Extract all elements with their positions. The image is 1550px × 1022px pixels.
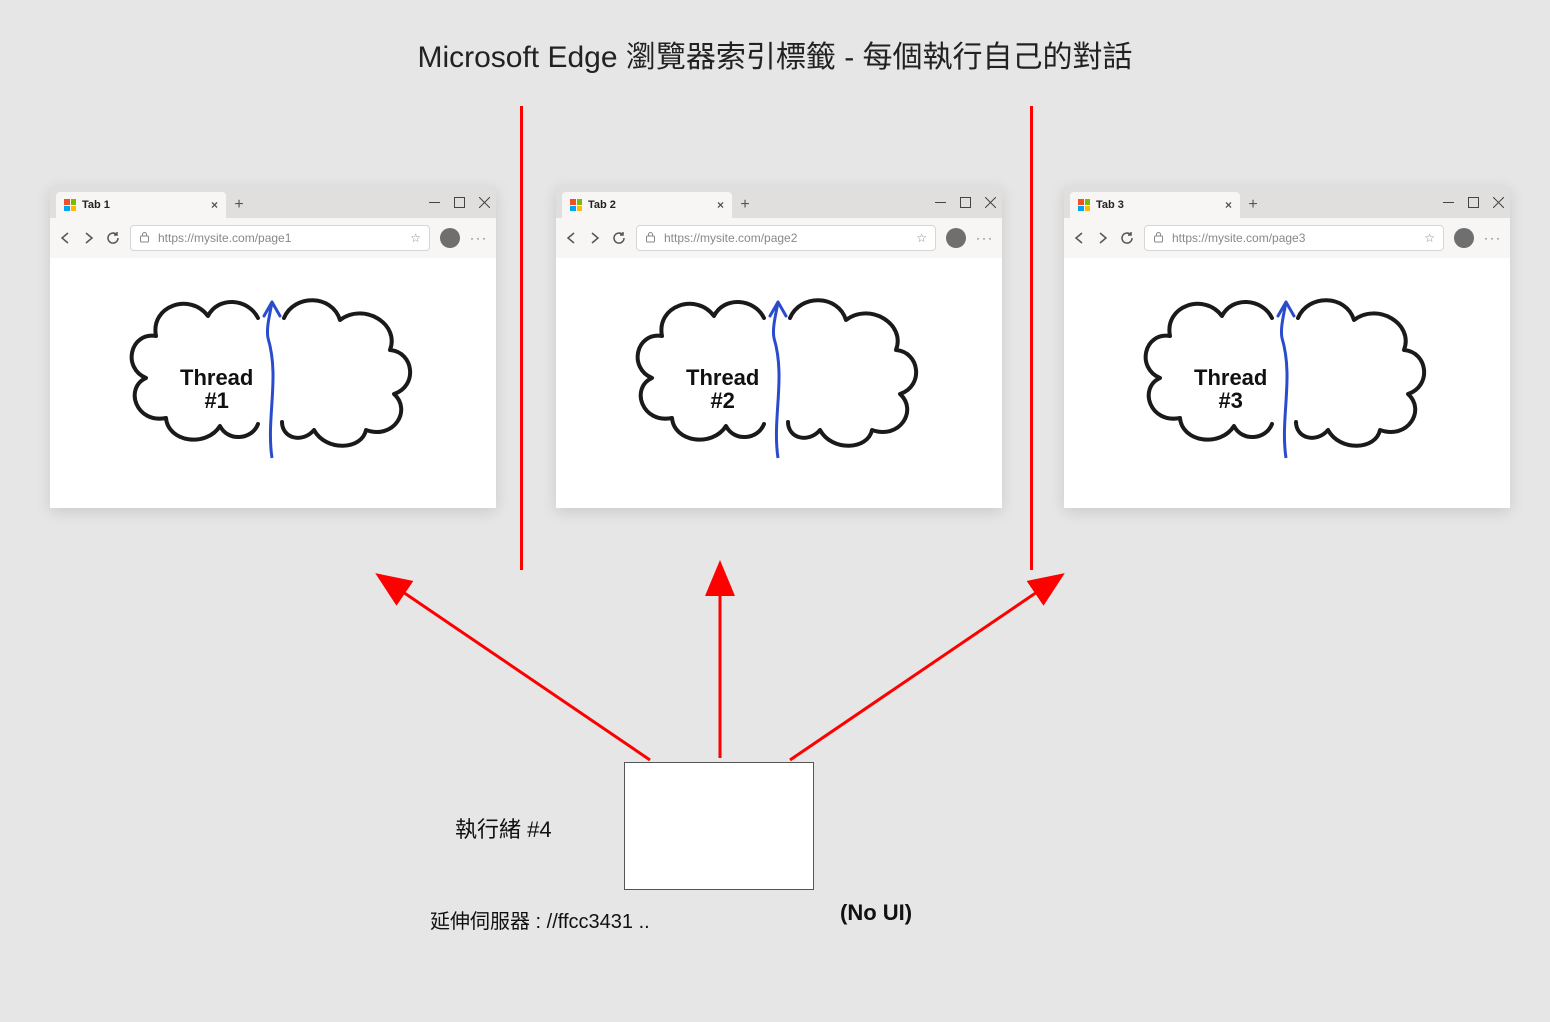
favorite-icon[interactable]: ☆ [410,231,421,245]
forward-button[interactable] [1096,231,1110,245]
browser-window-3: Tab 3 × + https://mysite.com/page3 ☆ ···… [1064,186,1510,508]
forward-button[interactable] [588,231,602,245]
toolbar: https://mysite.com/page3 ☆ ··· [1064,218,1510,258]
minimize-icon[interactable] [429,197,440,208]
close-tab-icon[interactable]: × [717,198,724,212]
refresh-button[interactable] [612,231,626,245]
lock-icon [139,231,150,246]
forward-button[interactable] [82,231,96,245]
refresh-button[interactable] [1120,231,1134,245]
url-text: https://mysite.com/page1 [158,231,291,245]
back-button[interactable] [1072,231,1086,245]
thread-cloud-icon [556,258,1002,508]
address-bar[interactable]: https://mysite.com/page1 ☆ [130,225,430,251]
more-menu-icon[interactable]: ··· [1484,231,1502,245]
browser-tab[interactable]: Tab 2 × [562,192,732,218]
new-tab-button[interactable]: + [732,192,758,218]
thread-label: Thread #1 [180,366,253,412]
minimize-icon[interactable] [1443,197,1454,208]
toolbar: https://mysite.com/page1 ☆ ··· [50,218,496,258]
window-controls [429,186,490,218]
lock-icon [645,231,656,246]
window-controls [1443,186,1504,218]
titlebar: Tab 2 × + [556,186,1002,218]
profile-avatar[interactable] [440,228,460,248]
maximize-icon[interactable] [960,197,971,208]
tab-label: Tab 3 [1096,199,1124,211]
more-menu-icon[interactable]: ··· [976,231,994,245]
url-text: https://mysite.com/page2 [664,231,797,245]
minimize-icon[interactable] [935,197,946,208]
separator-line [1030,106,1033,570]
window-controls [935,186,996,218]
close-window-icon[interactable] [985,197,996,208]
close-window-icon[interactable] [479,197,490,208]
thread4-label: 執行緒 #4 [455,812,552,844]
browser-tab[interactable]: Tab 1 × [56,192,226,218]
separator-line [520,106,523,570]
page-content: Thread #2 [556,258,1002,508]
thread-cloud-icon [1064,258,1510,508]
thread-label: Thread #2 [686,366,759,412]
edge-favicon-icon [64,199,76,211]
address-bar[interactable]: https://mysite.com/page3 ☆ [1144,225,1444,251]
new-tab-button[interactable]: + [226,192,252,218]
browser-tab[interactable]: Tab 3 × [1070,192,1240,218]
refresh-button[interactable] [106,231,120,245]
maximize-icon[interactable] [454,197,465,208]
close-tab-icon[interactable]: × [211,198,218,212]
favorite-icon[interactable]: ☆ [916,231,927,245]
back-button[interactable] [58,231,72,245]
edge-favicon-icon [1078,199,1090,211]
thread-cloud-icon [50,258,496,508]
more-menu-icon[interactable]: ··· [470,231,488,245]
browser-window-2: Tab 2 × + https://mysite.com/page2 ☆ ···… [556,186,1002,508]
favorite-icon[interactable]: ☆ [1424,231,1435,245]
address-bar[interactable]: https://mysite.com/page2 ☆ [636,225,936,251]
profile-avatar[interactable] [946,228,966,248]
no-ui-label: (No UI) [840,900,912,926]
browser-window-1: Tab 1 × + https://mysite.com/page1 ☆ ··· [50,186,496,508]
toolbar: https://mysite.com/page2 ☆ ··· [556,218,1002,258]
titlebar: Tab 3 × + [1064,186,1510,218]
thread-label: Thread #3 [1194,366,1267,412]
diagram-title: Microsoft Edge 瀏覽器索引標籤 - 每個執行自己的對話 [417,32,1132,76]
back-button[interactable] [564,231,578,245]
tab-label: Tab 2 [588,199,616,211]
titlebar: Tab 1 × + [50,186,496,218]
page-content: Thread #3 [1064,258,1510,508]
profile-avatar[interactable] [1454,228,1474,248]
tab-label: Tab 1 [82,199,110,211]
maximize-icon[interactable] [1468,197,1479,208]
close-window-icon[interactable] [1493,197,1504,208]
edge-favicon-icon [570,199,582,211]
close-tab-icon[interactable]: × [1225,198,1232,212]
url-text: https://mysite.com/page3 [1172,231,1305,245]
new-tab-button[interactable]: + [1240,192,1266,218]
extension-server-label: 延伸伺服器 : //ffcc3431 .. [430,905,650,934]
page-content: Thread #1 [50,258,496,508]
lock-icon [1153,231,1164,246]
extension-server-box [624,762,814,890]
